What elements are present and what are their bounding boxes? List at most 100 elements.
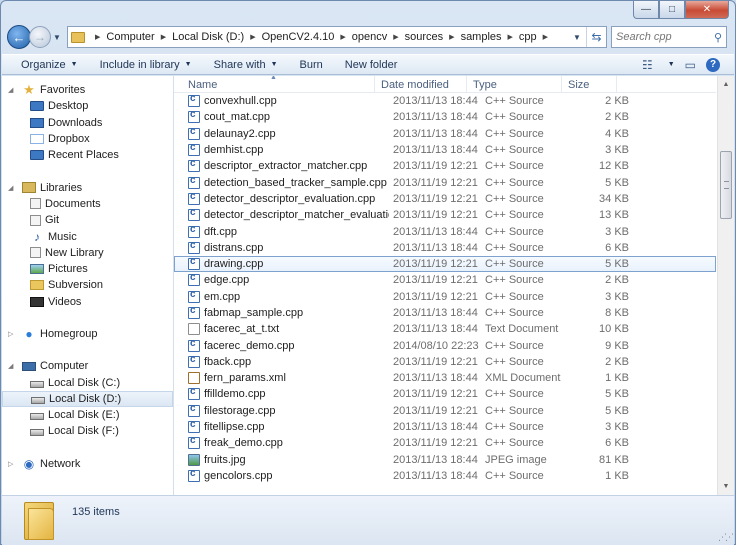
sidebar-item-libraries[interactable]: ◢ Libraries: [2, 179, 173, 195]
file-name-cell[interactable]: gencolors.cpp: [174, 469, 389, 482]
file-row[interactable]: fruits.jpg 2013/11/13 18:44 JPEG image 81 K…: [174, 452, 716, 468]
collapse-arrow-icon[interactable]: ▷: [8, 330, 13, 338]
sidebar-item-computer[interactable]: ◢ Computer: [2, 358, 173, 374]
minimize-button[interactable]: —: [633, 1, 659, 19]
file-row[interactable]: facerec_demo.cpp 2014/08/10 22:23 C++ Sour…: [174, 337, 716, 353]
file-name-cell[interactable]: dft.cpp: [174, 225, 389, 238]
breadcrumb-separator-icon[interactable]: ▶: [340, 33, 345, 41]
new-folder-button[interactable]: New folder: [334, 59, 409, 71]
file-row[interactable]: detector_descriptor_evaluation.cpp 2013/1…: [174, 191, 716, 207]
file-name-cell[interactable]: freak_demo.cpp: [174, 437, 389, 450]
file-name-cell[interactable]: ffilldemo.cpp: [174, 388, 389, 401]
file-name-cell[interactable]: filestorage.cpp: [174, 404, 389, 417]
breadcrumb-separator-icon[interactable]: ▶: [393, 33, 398, 41]
vertical-scrollbar[interactable]: ▲ ▼: [717, 76, 734, 495]
breadcrumb-opencv[interactable]: opencv: [352, 31, 387, 43]
column-header-name[interactable]: ▲ Name: [174, 76, 375, 93]
file-row[interactable]: descriptor_extractor_matcher.cpp 2013/11/…: [174, 158, 716, 174]
sidebar-item-disk-d[interactable]: Local Disk (D:): [2, 390, 173, 408]
column-header-type[interactable]: Type: [467, 76, 562, 93]
file-row[interactable]: detection_based_tracker_sample.cpp 2013/1…: [174, 174, 716, 190]
file-row[interactable]: convexhull.cpp 2013/11/13 18:44 C++ Source…: [174, 93, 716, 109]
file-name-cell[interactable]: fitellipse.cpp: [174, 421, 389, 434]
file-row[interactable]: gencolors.cpp 2013/11/13 18:44 C++ Source 1…: [174, 468, 716, 484]
sidebar-item-dropbox[interactable]: Dropbox: [2, 131, 173, 147]
breadcrumb-opencv2410[interactable]: OpenCV2.4.10: [262, 31, 335, 43]
file-name-cell[interactable]: fback.cpp: [174, 355, 389, 368]
forward-button[interactable]: →: [29, 26, 51, 48]
search-icon[interactable]: ⚲: [714, 31, 722, 44]
resize-grip-icon[interactable]: ⋰⋰: [718, 532, 734, 543]
chevron-down-icon[interactable]: ▼: [668, 61, 675, 68]
file-name-cell[interactable]: edge.cpp: [174, 274, 389, 287]
file-name-cell[interactable]: detection_based_tracker_sample.cpp: [174, 176, 389, 189]
file-name-cell[interactable]: demhist.cpp: [174, 144, 389, 157]
help-icon[interactable]: ?: [706, 57, 720, 72]
search-input[interactable]: [616, 31, 706, 43]
close-button[interactable]: ✕: [685, 1, 729, 19]
breadcrumb-separator-icon[interactable]: ▶: [250, 33, 255, 41]
file-row[interactable]: fback.cpp 2013/11/19 12:21 C++ Source 2 KB: [174, 354, 716, 370]
sidebar-item-disk-e[interactable]: Local Disk (E:): [2, 407, 173, 423]
file-name-cell[interactable]: facerec_at_t.txt: [174, 323, 389, 336]
address-bar[interactable]: ▶ Computer ▶ Local Disk (D:) ▶ OpenCV2.4…: [67, 26, 607, 48]
sidebar-item-homegroup[interactable]: ▷ ● Homegroup: [2, 326, 173, 342]
include-in-library-button[interactable]: Include in library ▼: [89, 59, 203, 71]
sidebar-item-favorites[interactable]: ◢ ★ Favorites: [2, 82, 173, 98]
file-name-cell[interactable]: convexhull.cpp: [174, 95, 389, 108]
expand-arrow-icon[interactable]: ◢: [8, 184, 13, 192]
file-name-cell[interactable]: descriptor_extractor_matcher.cpp: [174, 160, 389, 173]
sidebar-item-new-library[interactable]: New Library: [2, 245, 173, 261]
file-row[interactable]: edge.cpp 2013/11/19 12:21 C++ Source 2 KB: [174, 272, 716, 288]
file-name-cell[interactable]: cout_mat.cpp: [174, 111, 389, 124]
breadcrumb-separator-icon[interactable]: ▶: [95, 33, 100, 41]
file-row[interactable]: distrans.cpp 2013/11/13 18:44 C++ Source 6 …: [174, 240, 716, 256]
breadcrumb-local-disk-d[interactable]: Local Disk (D:): [172, 31, 244, 43]
file-row[interactable]: em.cpp 2013/11/19 12:21 C++ Source 3 KB: [174, 289, 716, 305]
sidebar-item-disk-c[interactable]: Local Disk (C:): [2, 374, 173, 390]
sidebar-item-subversion[interactable]: Subversion: [2, 277, 173, 293]
file-name-cell[interactable]: distrans.cpp: [174, 241, 389, 254]
sidebar-item-disk-f[interactable]: Local Disk (F:): [2, 423, 173, 439]
navigation-pane[interactable]: ◢ ★ Favorites Desktop Downloads Dropbox Re…: [2, 76, 174, 495]
sidebar-item-downloads[interactable]: Downloads: [2, 115, 173, 131]
file-name-cell[interactable]: fruits.jpg: [174, 453, 389, 466]
preview-pane-icon[interactable]: ▭: [685, 58, 696, 72]
refresh-button[interactable]: ⇆: [586, 27, 606, 47]
file-name-cell[interactable]: detector_descriptor_evaluation.cpp: [174, 192, 389, 205]
sidebar-item-documents[interactable]: Documents: [2, 196, 173, 212]
file-row[interactable]: fern_params.xml 2013/11/13 18:44 XML Docum…: [174, 370, 716, 386]
search-box[interactable]: ⚲: [611, 26, 727, 48]
burn-button[interactable]: Burn: [289, 59, 334, 71]
file-row[interactable]: dft.cpp 2013/11/13 18:44 C++ Source 3 KB: [174, 223, 716, 239]
back-button[interactable]: ←: [7, 25, 31, 49]
file-row[interactable]: detector_descriptor_matcher_evaluation..…: [174, 207, 716, 223]
file-row[interactable]: cout_mat.cpp 2013/11/13 18:44 C++ Source 2 …: [174, 109, 716, 125]
breadcrumb-samples[interactable]: samples: [461, 31, 502, 43]
file-name-cell[interactable]: drawing.cpp: [174, 258, 389, 271]
view-options-icon[interactable]: ☷: [642, 58, 653, 72]
sidebar-item-music[interactable]: ♪ Music: [2, 228, 173, 244]
file-name-cell[interactable]: delaunay2.cpp: [174, 127, 389, 140]
scroll-down-arrow-icon[interactable]: ▼: [718, 478, 734, 495]
file-name-cell[interactable]: em.cpp: [174, 290, 389, 303]
breadcrumb-sources[interactable]: sources: [405, 31, 444, 43]
organize-menu-button[interactable]: Organize ▼: [10, 59, 89, 71]
column-header-date-modified[interactable]: Date modified: [375, 76, 467, 93]
scroll-up-arrow-icon[interactable]: ▲: [718, 76, 734, 93]
expand-arrow-icon[interactable]: ◢: [8, 86, 13, 94]
file-row[interactable]: fitellipse.cpp 2013/11/13 18:44 C++ Source…: [174, 419, 716, 435]
share-with-button[interactable]: Share with ▼: [203, 59, 289, 71]
file-row[interactable]: demhist.cpp 2013/11/13 18:44 C++ Source 3 K…: [174, 142, 716, 158]
sidebar-item-recent-places[interactable]: Recent Places: [2, 147, 173, 163]
breadcrumb-separator-icon[interactable]: ▶: [449, 33, 454, 41]
sidebar-item-videos[interactable]: Videos: [2, 294, 173, 310]
file-name-cell[interactable]: detector_descriptor_matcher_evaluation..…: [174, 209, 389, 222]
scrollbar-thumb[interactable]: [720, 151, 732, 219]
collapse-arrow-icon[interactable]: ▷: [8, 460, 13, 468]
file-list-pane[interactable]: ▲ Name Date modified Type Size convexhull…: [174, 76, 734, 495]
file-name-cell[interactable]: facerec_demo.cpp: [174, 339, 389, 352]
breadcrumb-separator-icon[interactable]: ▶: [543, 33, 548, 41]
breadcrumb-cpp[interactable]: cpp: [519, 31, 537, 43]
breadcrumb-separator-icon[interactable]: ▶: [161, 33, 166, 41]
